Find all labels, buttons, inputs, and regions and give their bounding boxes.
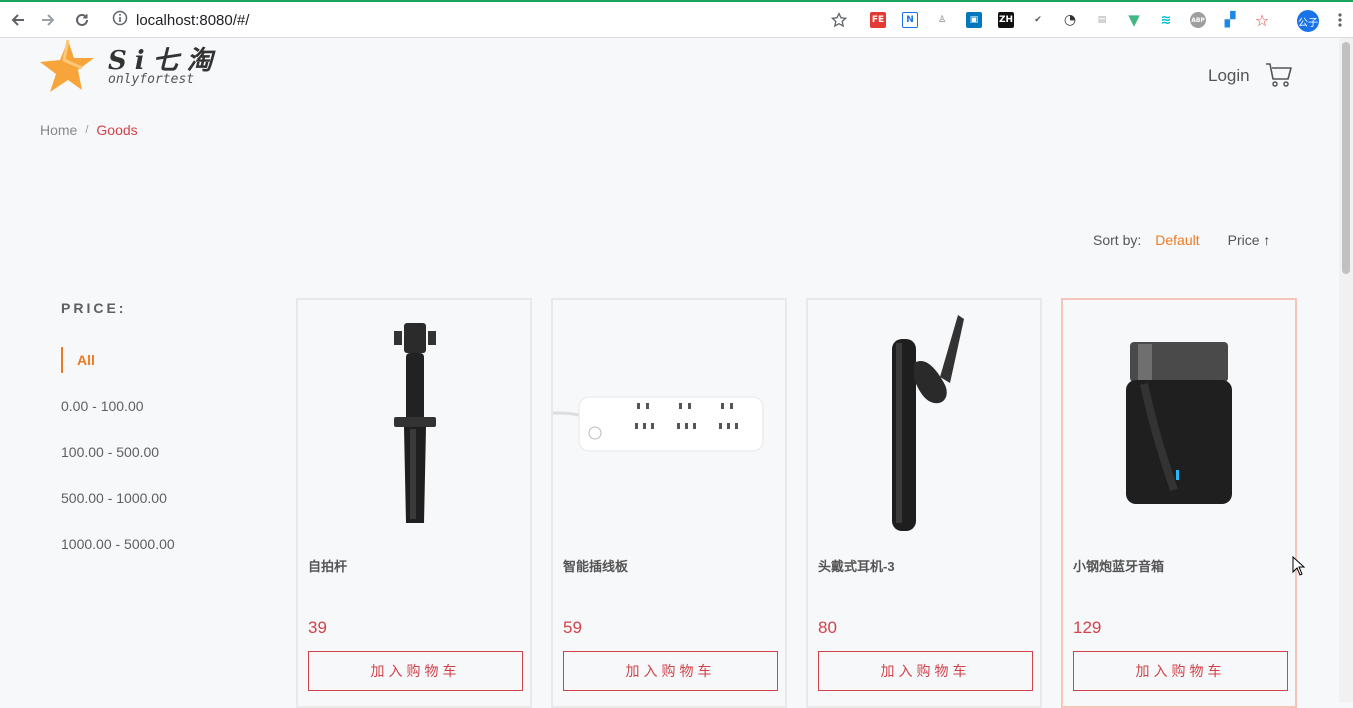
extension-zh-icon[interactable]: ZH [998, 12, 1014, 28]
goods-card[interactable]: 头戴式耳机-3 80 加入购物车 [806, 298, 1042, 708]
page-scrollbar[interactable] [1339, 38, 1353, 702]
vue-devtools-icon[interactable]: ▼ [1126, 11, 1142, 29]
bluetooth-headset-image[interactable] [808, 308, 1040, 538]
breadcrumb-separator: / [85, 124, 89, 136]
sort-default-link[interactable]: Default [1155, 232, 1199, 248]
bookmark-star-icon[interactable] [829, 10, 849, 30]
goods-name[interactable]: 智能插线板 [563, 556, 628, 575]
add-to-cart-button[interactable]: 加入购物车 [818, 651, 1033, 691]
sort-price-link[interactable]: Price ↑ [1228, 232, 1271, 248]
extension-check-icon[interactable]: ✔ [1030, 12, 1046, 28]
power-strip-image[interactable] [553, 308, 785, 538]
filter-option-100-500[interactable]: 100.00 - 500.00 [61, 444, 159, 460]
profile-avatar[interactable]: 公子 [1297, 10, 1319, 32]
goods-price: 129 [1073, 618, 1102, 637]
adblock-icon[interactable]: ABP [1190, 12, 1206, 28]
extension-fe-icon[interactable]: FE [870, 12, 886, 28]
url-text[interactable]: localhost:8080/#/ [136, 12, 249, 29]
goods-price: 59 [563, 618, 582, 637]
scrollbar-thumb[interactable] [1342, 42, 1350, 274]
mouse-cursor-icon [1292, 555, 1306, 581]
reload-icon[interactable] [72, 10, 92, 30]
sort-label: Sort by: [1093, 232, 1142, 248]
filter-option-0-100[interactable]: 0.00 - 100.00 [61, 398, 144, 414]
bluetooth-speaker-image[interactable] [1063, 308, 1295, 538]
filter-option-500-1000[interactable]: 500.00 - 1000.00 [61, 490, 167, 506]
extension-doc-icon[interactable]: ▤ [1094, 12, 1110, 28]
add-to-cart-button[interactable]: 加入购物车 [308, 651, 523, 691]
cart-icon[interactable] [1265, 62, 1293, 93]
sort-bar: Sort by: Default Price ↑ [1093, 232, 1270, 248]
goods-price: 80 [818, 618, 837, 637]
goods-price: 39 [308, 618, 327, 637]
goods-name[interactable]: 自拍杆 [308, 556, 347, 575]
filter-option-all[interactable]: All [61, 347, 95, 373]
extension-apps-icon[interactable]: ▞ [1222, 12, 1238, 28]
goods-name[interactable]: 小钢炮蓝牙音箱 [1073, 556, 1164, 575]
selfie-stick-image[interactable] [298, 308, 530, 538]
info-icon[interactable] [112, 10, 128, 30]
add-to-cart-button[interactable]: 加入购物车 [563, 651, 778, 691]
extension-gauge-icon[interactable]: ◔ [1062, 12, 1078, 28]
sort-price-label: Price [1227, 232, 1260, 248]
login-link[interactable]: Login [1208, 66, 1250, 86]
goods-name[interactable]: 头戴式耳机-3 [818, 556, 895, 575]
extension-star-icon[interactable]: ☆ [1254, 11, 1270, 30]
extension-n-icon[interactable]: N [902, 12, 918, 28]
forward-icon[interactable] [38, 10, 58, 30]
sort-arrow-icon: ↑ [1263, 232, 1271, 248]
back-icon[interactable] [8, 10, 28, 30]
price-filter-title: PRICE: [61, 300, 127, 316]
goods-card[interactable]: 自拍杆 39 加入购物车 [296, 298, 532, 708]
logo-star-icon [40, 39, 94, 92]
extension-tree-icon[interactable]: ♙ [934, 12, 950, 28]
filter-option-1000-5000[interactable]: 1000.00 - 5000.00 [61, 536, 175, 552]
breadcrumb: Home / Goods [40, 122, 138, 138]
extension-blue-icon[interactable]: ▣ [966, 12, 982, 28]
site-logo[interactable]: Si七淘 onlyfortest [38, 38, 238, 94]
breadcrumb-current: Goods [96, 122, 138, 138]
goods-card[interactable]: 小钢炮蓝牙音箱 129 加入购物车 [1061, 298, 1297, 708]
extension-wifi-icon[interactable]: ≋ [1158, 12, 1174, 28]
menu-kebab-icon[interactable] [1330, 10, 1350, 30]
address-bar[interactable]: localhost:8080/#/ [112, 6, 249, 34]
goods-card[interactable]: 智能插线板 59 加入购物车 [551, 298, 787, 708]
browser-toolbar: localhost:8080/#/ FE N ♙ ▣ ZH ✔ ◔ ▤ ▼ ≋ … [0, 0, 1353, 38]
add-to-cart-button[interactable]: 加入购物车 [1073, 651, 1288, 691]
breadcrumb-home[interactable]: Home [40, 122, 77, 138]
logo-subtitle: onlyfortest [108, 72, 195, 87]
